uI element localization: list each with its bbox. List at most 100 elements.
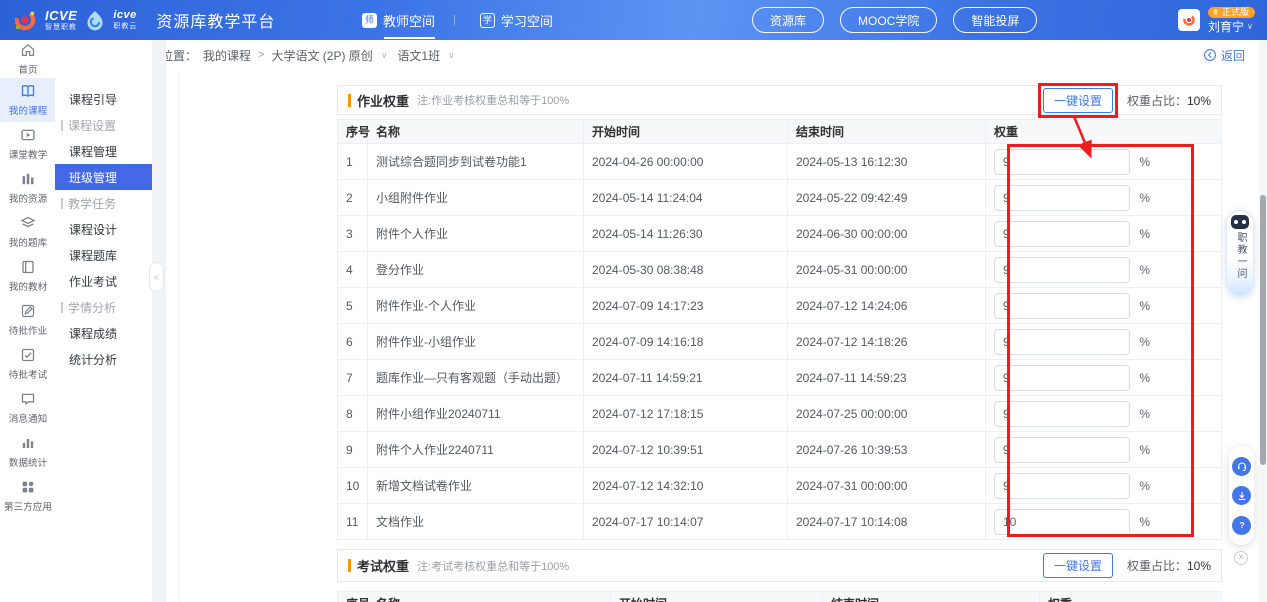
sidebar-item[interactable]: 课堂教学	[0, 122, 55, 166]
avatar	[1178, 9, 1200, 31]
brand-primary-name: ICVE	[45, 9, 77, 22]
course-menu-item[interactable]: 作业考试	[55, 268, 152, 294]
header-nav: 师 教师空间 学 学习空间	[362, 0, 553, 40]
start-time: 2024-07-11 14:59:21	[584, 360, 788, 396]
sidebar-item[interactable]: 我的课程	[0, 78, 55, 122]
header-nav-item[interactable]: 学 学习空间	[453, 11, 553, 30]
sidebar-item[interactable]: 待批作业	[0, 298, 55, 342]
assistant-widget[interactable]: 职教一问	[1226, 210, 1254, 296]
homework-name: 新增文档试卷作业	[368, 468, 584, 504]
end-time: 2024-05-22 09:42:49	[788, 180, 986, 216]
sidebar-gutter	[152, 40, 166, 602]
start-time: 2024-04-26 00:00:00	[584, 144, 788, 180]
sidebar-item[interactable]: 首页	[0, 40, 55, 78]
start-time: 2024-05-30 08:38:48	[584, 252, 788, 288]
user-meta: 正式版 刘育宁 ∨	[1208, 7, 1255, 33]
breadcrumb-my-courses[interactable]: 我的课程	[203, 47, 251, 64]
chevron-down-icon[interactable]: ∨	[448, 50, 455, 61]
course-menu-item[interactable]: 课程题库	[55, 242, 152, 268]
homework-section-note: 注:作业考核权重总和等于100%	[417, 92, 569, 108]
top-header: ICVE 智慧职教 icve 职教云 资源库教学平台 师 教师空间 学	[0, 0, 1267, 40]
homework-section-title: 作业权重	[357, 91, 409, 110]
weight-input[interactable]	[994, 437, 1130, 463]
homework-row: 7 题库作业—只有客观题（手动出题） 2024-07-11 14:59:21 2…	[338, 360, 1222, 396]
column-header: 结束时间	[823, 592, 1040, 602]
weight-input[interactable]	[994, 185, 1130, 211]
breadcrumb-course-select[interactable]: 大学语文 (2P) 原创	[271, 47, 372, 64]
course-menu-item[interactable]: 课程管理	[55, 138, 152, 164]
brand-secondary-sub: 职教云	[113, 23, 137, 30]
course-menu-item[interactable]: 课程设计	[55, 216, 152, 242]
percent-unit-label: %	[1139, 443, 1150, 457]
homework-row: 8 附件小组作业20240711 2024-07-12 17:18:15 202…	[338, 396, 1222, 432]
end-time: 2024-07-26 10:39:53	[788, 432, 986, 468]
resources-icon	[20, 171, 36, 187]
start-time: 2024-07-17 10:14:07	[584, 504, 788, 540]
sidebar-collapse-button[interactable]: «	[149, 262, 164, 292]
course-menu-item[interactable]: 统计分析	[55, 346, 152, 372]
weight-input[interactable]	[994, 257, 1130, 283]
header-quick-link[interactable]: MOOC学院	[840, 7, 937, 33]
weight-input[interactable]	[994, 149, 1130, 175]
end-time: 2024-07-25 00:00:00	[788, 396, 986, 432]
nav-label: 教师空间	[383, 11, 435, 30]
homework-table: 序号名称开始时间结束时间权重 1 测试综合题同步到试卷功能1 2024-04-2…	[337, 119, 1222, 540]
exam-table-header-row: 序号名称开始时间结束时间权重	[338, 592, 1222, 602]
course-menu-item[interactable]: 课程引导	[55, 86, 152, 112]
sidebar-item[interactable]: 我的资源	[0, 166, 55, 210]
weight-input[interactable]	[994, 473, 1130, 499]
column-header: 权重	[1040, 592, 1222, 602]
weight-input[interactable]	[994, 293, 1130, 319]
header-quick-link[interactable]: 智能投屏	[953, 7, 1037, 33]
weight-input[interactable]	[994, 401, 1130, 427]
homework-name: 附件个人作业	[368, 216, 584, 252]
percent-unit-label: %	[1139, 479, 1150, 493]
course-menu-item: 课程设置	[55, 112, 152, 138]
back-button[interactable]: 返回	[1203, 47, 1245, 64]
sidebar-item[interactable]: 我的题库	[0, 210, 55, 254]
sidebar-item[interactable]: 第三方应用	[0, 474, 55, 518]
exam-weight-section-header: 考试权重 注:考试考核权重总和等于100% 一键设置 权重占比：10%	[337, 549, 1222, 582]
user-name[interactable]: 刘育宁 ∨	[1208, 21, 1253, 33]
header-quick-links: 资源库 MOOC学院 智能投屏	[752, 0, 1037, 40]
courses-icon	[20, 83, 36, 99]
start-time: 2024-07-12 14:32:10	[584, 468, 788, 504]
weight-input[interactable]	[994, 509, 1130, 535]
weight-input[interactable]	[994, 329, 1130, 355]
download-icon[interactable]	[1232, 486, 1251, 505]
avatar-logo-icon	[1181, 12, 1197, 28]
course-menu-item[interactable]: 班级管理	[55, 164, 152, 190]
weight-input[interactable]	[994, 365, 1130, 391]
nav-label: 学习空间	[501, 11, 553, 30]
exam-set-all-button[interactable]: 一键设置	[1043, 553, 1113, 578]
floating-toolbar-close-button[interactable]: ×	[1234, 551, 1248, 565]
scrollbar-thumb[interactable]	[1260, 195, 1266, 465]
homework-table-header-row: 序号名称开始时间结束时间权重	[338, 120, 1222, 144]
sidebar-item[interactable]: 我的教材	[0, 254, 55, 298]
course-menu-item[interactable]: 课程成绩	[55, 320, 152, 346]
homework-row: 10 新增文档试卷作业 2024-07-12 14:32:10 2024-07-…	[338, 468, 1222, 504]
start-time: 2024-05-14 11:24:04	[584, 180, 788, 216]
header-nav-item[interactable]: 师 教师空间	[362, 11, 435, 30]
column-header: 权重	[986, 120, 1222, 144]
help-icon[interactable]: ?	[1232, 516, 1251, 535]
homework-name: 文档作业	[368, 504, 584, 540]
column-header: 结束时间	[788, 120, 986, 144]
breadcrumb-class-select[interactable]: 语文1班	[397, 47, 440, 64]
icve-cloud-logo-icon	[84, 9, 106, 31]
percent-unit-label: %	[1139, 299, 1150, 313]
weight-input[interactable]	[994, 221, 1130, 247]
sidebar-item[interactable]: 消息通知	[0, 386, 55, 430]
sidebar-item[interactable]: 待批考试	[0, 342, 55, 386]
sidebar-item[interactable]: 数据统计	[0, 430, 55, 474]
pending-homework-icon	[20, 303, 36, 319]
row-index: 9	[338, 432, 368, 468]
start-time: 2024-07-12 17:18:15	[584, 396, 788, 432]
column-header: 序号	[338, 592, 368, 602]
svg-text:?: ?	[1239, 521, 1244, 530]
user-area[interactable]: 正式版 刘育宁 ∨	[1178, 0, 1255, 40]
support-icon[interactable]	[1232, 457, 1251, 476]
header-quick-link[interactable]: 资源库	[752, 7, 824, 33]
homework-set-all-button[interactable]: 一键设置	[1043, 88, 1113, 113]
chevron-down-icon[interactable]: ∨	[381, 50, 388, 61]
